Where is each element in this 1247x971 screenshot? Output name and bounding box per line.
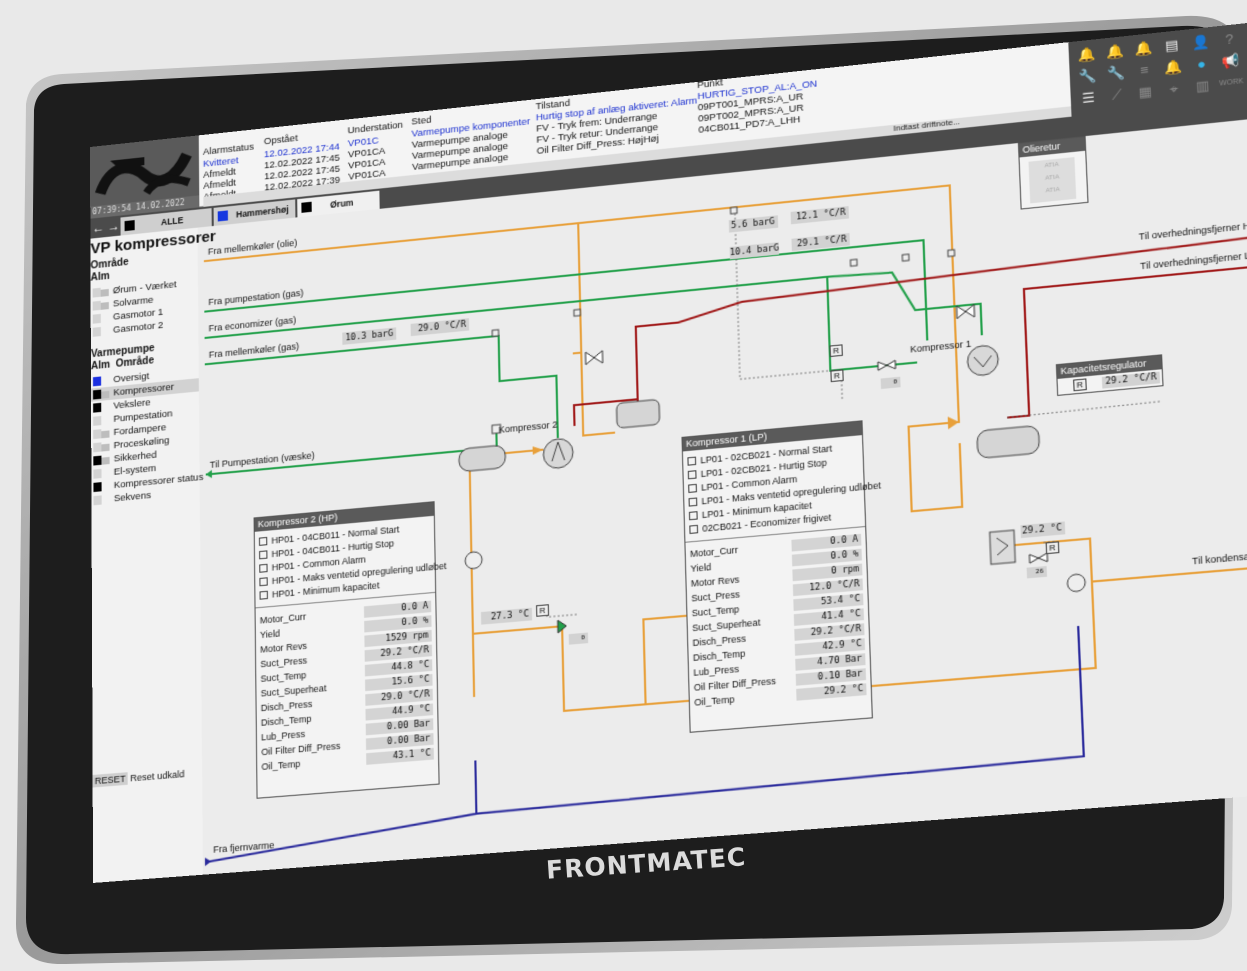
- metric-label: Suct_Temp: [260, 670, 306, 684]
- metric-label: Yield: [690, 562, 711, 574]
- oil-pump-icon: [1067, 574, 1086, 593]
- notebook-icon[interactable]: ▤: [1158, 34, 1185, 58]
- hmi-screen: 07:39:54 14.02.2022 Alarmstatus Opstået …: [90, 23, 1247, 883]
- regulator-r-button[interactable]: R: [536, 604, 549, 617]
- gas-pipe: [205, 262, 982, 409]
- printer-icon[interactable]: ▦: [1132, 81, 1159, 105]
- valve-icon: [585, 351, 602, 365]
- metric-label: Motor_Curr: [690, 545, 738, 560]
- tab-label: ALLE: [143, 215, 184, 229]
- oil-pump-icon: [465, 551, 482, 569]
- location-pin-icon[interactable]: ⌖: [1160, 77, 1187, 101]
- metric-label: Lub_Press: [693, 664, 739, 678]
- users-icon[interactable]: 👤: [1187, 31, 1214, 55]
- gas-pipe: [206, 431, 497, 474]
- metric-label: Disch_Press: [692, 633, 746, 648]
- tab-label: Hammershøj: [236, 204, 289, 220]
- metric-label: Yield: [260, 628, 280, 640]
- trend-chart-icon[interactable]: ⟋: [1103, 84, 1130, 108]
- heat-exchanger-icon: [990, 530, 1016, 564]
- oil-separator-2-icon: [459, 445, 506, 472]
- col-header-sted: Sted: [411, 114, 431, 127]
- nav-back-forward-icon[interactable]: ← →: [92, 218, 120, 237]
- alarm-bell-mute-icon[interactable]: 🔔: [1130, 37, 1157, 61]
- hot-gas-pipe: [1002, 267, 1247, 418]
- gas-pipe: [204, 240, 927, 409]
- regulator-r-button[interactable]: R: [1073, 378, 1087, 391]
- tab-color-swatch: [218, 210, 228, 221]
- tab-color-swatch: [125, 220, 135, 231]
- alarm-bell-ack-icon[interactable]: 🔔: [1101, 40, 1128, 63]
- sidebar-item-label: Sekvens: [114, 489, 151, 506]
- metric-label: Disch_Temp: [261, 713, 312, 728]
- work-button[interactable]: WORK: [1218, 71, 1246, 95]
- wrench-user-icon[interactable]: 🔧: [1102, 62, 1129, 85]
- metric-value: 0.00 Bar: [366, 718, 434, 735]
- palette-icon[interactable]: ●: [1188, 53, 1216, 77]
- valve-position-readout: 26: [1027, 566, 1047, 578]
- bell-off-icon[interactable]: 🔔: [1159, 56, 1186, 80]
- metric-value: 44.9 °C: [365, 704, 433, 721]
- regulator-r-button[interactable]: R: [1046, 541, 1060, 554]
- metric-label: Motor Revs: [260, 640, 307, 654]
- tab-color-swatch: [301, 202, 311, 213]
- valve-position-readout: 0: [881, 377, 901, 389]
- col-header-understation: Understation: [348, 120, 404, 137]
- metric-label: Suct_Superheat: [692, 617, 761, 633]
- sliders-icon[interactable]: ☰: [1075, 87, 1102, 110]
- alarm-bell-icon[interactable]: 🔔: [1073, 43, 1100, 66]
- metric-label: Motor_Curr: [260, 611, 306, 625]
- metric-label: Suct_Temp: [692, 604, 740, 619]
- document-icon[interactable]: ▥: [1189, 74, 1217, 98]
- metric-label: Oil_Temp: [261, 758, 300, 772]
- col-header-opstaet: Opstået: [264, 133, 298, 148]
- regulator-r-button[interactable]: R: [830, 369, 843, 382]
- metric-label: Motor Revs: [691, 574, 740, 589]
- valve-icon: [1029, 553, 1047, 563]
- metric-label: Suct_Superheat: [261, 683, 327, 699]
- regulator-r-button[interactable]: R: [830, 344, 843, 357]
- metric-label: Suct_Press: [260, 655, 307, 669]
- metric-value: 0.00 Bar: [366, 733, 434, 750]
- help-icon[interactable]: ?: [1215, 28, 1243, 52]
- metric-label: Disch_Press: [261, 699, 313, 714]
- tab-label: Ørum: [320, 197, 354, 211]
- list-edit-icon[interactable]: ≡: [1131, 59, 1158, 83]
- oil-pipe: [570, 223, 581, 353]
- metric-label: Oil Filter Diff_Press: [261, 741, 340, 758]
- oil-pipe: [473, 634, 474, 697]
- metric-label: Oil_Temp: [694, 694, 735, 708]
- megaphone-icon[interactable]: 📢: [1217, 50, 1245, 74]
- oil-cooler-icon: [616, 399, 659, 428]
- metric-value: 29.2 °C: [796, 683, 866, 700]
- reset-button[interactable]: RESET: [93, 772, 128, 787]
- compressor-1-icon: [967, 344, 999, 376]
- wrench-icon[interactable]: 🔧: [1074, 65, 1101, 88]
- reset-label: Reset udkald: [130, 769, 184, 784]
- metric-label: Suct_Press: [691, 589, 740, 604]
- capacity-regulator-value: 29.2 °C/R: [1102, 372, 1160, 389]
- valve-icon: [878, 360, 896, 370]
- section-alm: Alm: [91, 271, 110, 284]
- metric-label: Oil Filter Diff_Press: [694, 676, 776, 693]
- metric-label: Disch_Temp: [693, 648, 746, 663]
- compressor-1-status-panel[interactable]: Kompressor 1 (LP) LP01 - 02CB021 - Norma…: [681, 420, 872, 733]
- section-omraade: Område: [90, 257, 128, 272]
- valve-position-readout: 0: [569, 633, 588, 645]
- metric-value: 43.1 °C: [366, 748, 434, 765]
- metric-label: Lub_Press: [261, 729, 305, 743]
- left-navigation: VP kompressorer Område Alm Ørum - Værket…: [90, 228, 203, 883]
- compressor-2-status-panel[interactable]: Kompressor 2 (HP) HP01 - 04CB011 - Norma…: [254, 501, 440, 799]
- reset-area: RESET Reset udkald: [93, 769, 185, 787]
- oil-return-panel[interactable]: Olieretur ATIA ATIA ATIA: [1018, 136, 1089, 210]
- oil-separator-1-icon: [977, 425, 1040, 458]
